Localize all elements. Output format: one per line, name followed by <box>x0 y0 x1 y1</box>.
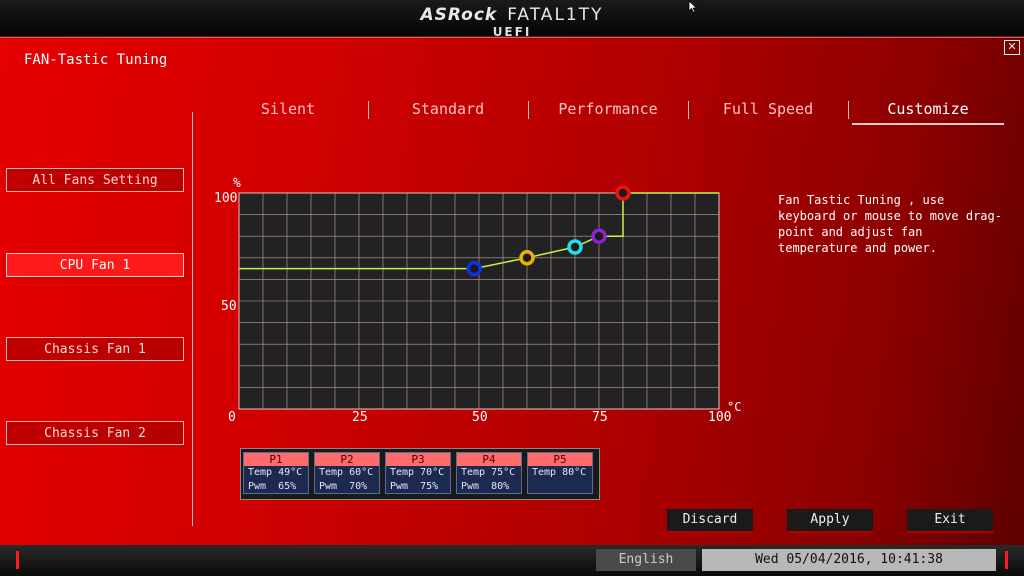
language-button[interactable]: English <box>596 549 696 571</box>
drag-point-p3[interactable] <box>567 239 583 255</box>
datetime-display: Wed 05/04/2016, 10:41:38 <box>702 549 996 571</box>
point-card-title: P5 <box>528 453 592 466</box>
brand-sub: FATAL1TY <box>507 5 604 25</box>
tab-separator <box>848 101 849 119</box>
point-card-p5[interactable]: P5 Temp 80°C <box>527 452 593 494</box>
sidebar-item-cpu-fan-1[interactable]: CPU Fan 1 <box>6 253 184 277</box>
point-card-p1[interactable]: P1 Temp 49°C Pwm 65% <box>243 452 309 494</box>
help-text: Fan Tastic Tuning , use keyboard or mous… <box>778 193 1002 255</box>
brand-main: ASRock <box>420 5 498 25</box>
exit-button[interactable]: Exit <box>907 509 993 533</box>
drag-point-p1[interactable] <box>466 260 482 277</box>
bottom-accent-right <box>1005 551 1008 569</box>
chart-grid <box>239 193 719 409</box>
drag-point-p2[interactable] <box>519 250 535 266</box>
tab-active-underline <box>852 123 1004 125</box>
close-button[interactable]: ✕ <box>1004 40 1020 55</box>
sidebar-item-chassis-fan-1[interactable]: Chassis Fan 1 <box>6 337 184 361</box>
tab-separator <box>688 101 689 119</box>
point-card-title: P4 <box>457 453 521 466</box>
point-card-title: P1 <box>244 453 308 466</box>
apply-button[interactable]: Apply <box>787 509 873 533</box>
sidebar-item-chassis-fan-2[interactable]: Chassis Fan 2 <box>6 421 184 445</box>
point-card-p4[interactable]: P4 Temp 75°C Pwm 80% <box>456 452 522 494</box>
tab-standard[interactable]: Standard <box>372 97 524 121</box>
drag-point-p4[interactable] <box>591 228 607 244</box>
drag-point-p5[interactable] <box>615 185 631 201</box>
tab-customize[interactable]: Customize <box>852 97 1004 121</box>
discard-button[interactable]: Discard <box>667 509 753 533</box>
point-card-pwm: Pwm 70% <box>319 481 368 492</box>
mouse-cursor-icon <box>688 0 698 14</box>
bottom-accent-left <box>16 551 19 569</box>
point-card-pwm: Pwm 80% <box>461 481 510 492</box>
point-card-pwm: Pwm 65% <box>248 481 297 492</box>
tab-separator <box>528 101 529 119</box>
tab-full-speed[interactable]: Full Speed <box>692 97 844 121</box>
point-card-title: P3 <box>386 453 450 466</box>
sidebar-divider <box>192 112 193 526</box>
tab-separator <box>368 101 369 119</box>
point-card-temp: Temp 70°C <box>390 467 445 478</box>
brand-logo: ASRock FATAL1TY <box>0 5 1024 25</box>
top-bar: ASRock FATAL1TY UEFI <box>0 0 1024 37</box>
point-card-pwm: Pwm 75% <box>390 481 439 492</box>
point-card-p3[interactable]: P3 Temp 70°C Pwm 75% <box>385 452 451 494</box>
point-card-temp: Temp 49°C <box>248 467 303 478</box>
point-card-temp: Temp 75°C <box>461 467 516 478</box>
page-title: FAN-Tastic Tuning <box>24 52 168 68</box>
sidebar-item-all-fans[interactable]: All Fans Setting <box>6 168 184 192</box>
point-card-p2[interactable]: P2 Temp 60°C Pwm 70% <box>314 452 380 494</box>
brand-uefi: UEFI <box>492 25 532 36</box>
tab-performance[interactable]: Performance <box>532 97 684 121</box>
point-card-temp: Temp 60°C <box>319 467 374 478</box>
tab-silent[interactable]: Silent <box>212 97 364 121</box>
point-card-title: P2 <box>315 453 379 466</box>
fan-curve-chart[interactable] <box>230 185 730 417</box>
point-card-temp: Temp 80°C <box>532 467 587 478</box>
